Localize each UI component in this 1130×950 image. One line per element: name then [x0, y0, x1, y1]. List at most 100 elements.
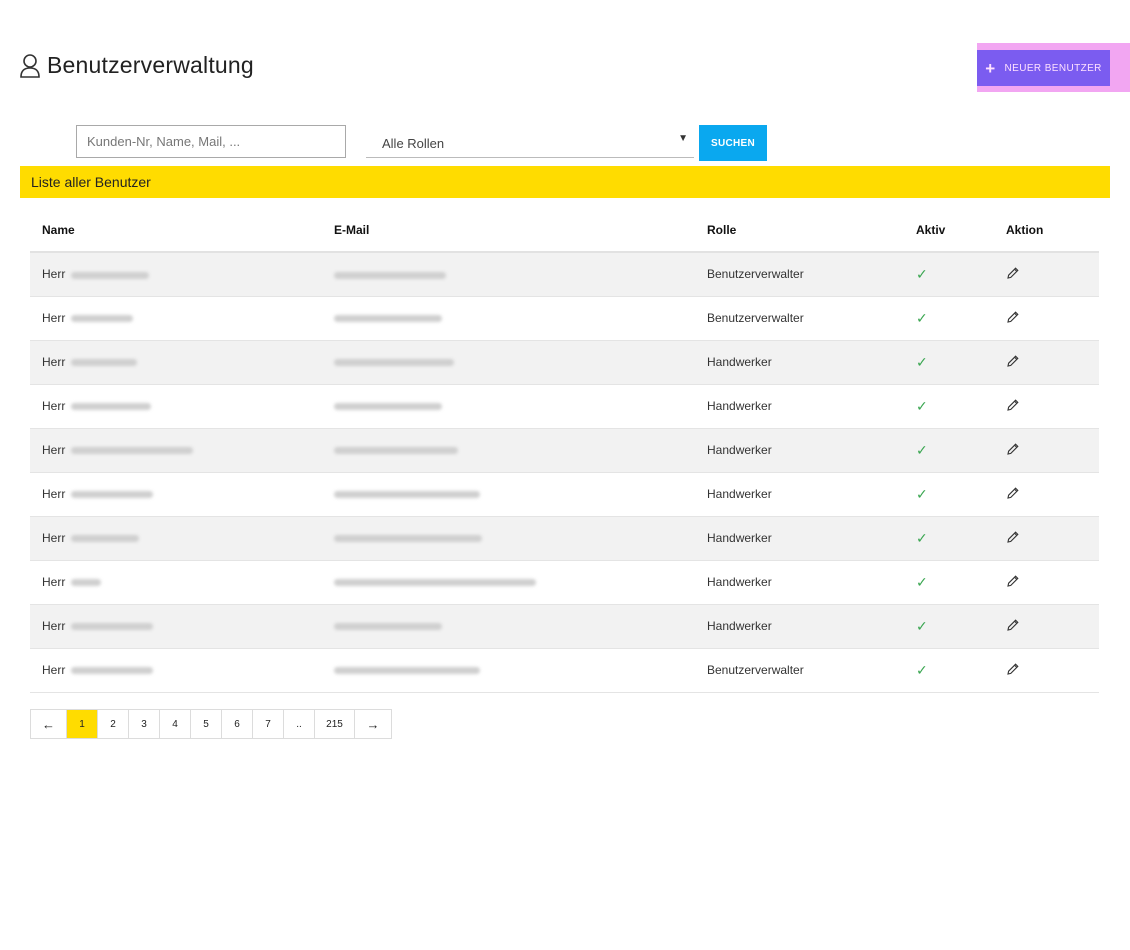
redacted-name [71, 271, 150, 279]
redacted-name [71, 491, 154, 499]
redacted-email [334, 403, 442, 411]
edit-pencil-icon[interactable] [1006, 310, 1020, 324]
column-header-active[interactable]: Aktiv [904, 208, 994, 253]
caret-down-icon: ▼ [678, 133, 688, 144]
pagination-page[interactable]: 215 [315, 710, 355, 738]
cell-name: Herr [30, 472, 322, 517]
cell-email [322, 472, 695, 517]
table-row[interactable]: Herr Handwerker ✓ [30, 472, 1099, 517]
cell-email [322, 296, 695, 341]
search-input[interactable] [76, 125, 346, 158]
table-row[interactable]: Herr Handwerker ✓ [30, 340, 1099, 385]
cell-action [994, 384, 1099, 429]
pagination-page[interactable]: 1 [67, 710, 98, 738]
cell-name: Herr [30, 516, 322, 561]
cell-role: Handwerker [695, 384, 904, 429]
edit-pencil-icon[interactable] [1006, 618, 1020, 632]
pagination-prev-arrow-icon[interactable]: ← [31, 710, 67, 738]
cell-active: ✓ [904, 648, 994, 693]
edit-pencil-icon[interactable] [1006, 662, 1020, 676]
pagination-page[interactable]: .. [284, 710, 315, 738]
edit-pencil-icon[interactable] [1006, 574, 1020, 588]
cell-name: Herr [30, 428, 322, 473]
cell-action [994, 560, 1099, 605]
redacted-email [334, 667, 480, 675]
column-header-email[interactable]: E-Mail [322, 208, 695, 253]
table-body: Herr Benutzerverwalter ✓ Herr Benutzerverwal… [30, 252, 1099, 693]
redacted-email [334, 271, 446, 279]
cell-active: ✓ [904, 472, 994, 517]
column-header-name[interactable]: Name [30, 208, 322, 253]
cell-email [322, 648, 695, 693]
edit-pencil-icon[interactable] [1006, 442, 1020, 456]
redacted-email [334, 491, 480, 499]
cell-active: ✓ [904, 560, 994, 605]
cell-role: Benutzerverwalter [695, 296, 904, 341]
check-icon: ✓ [916, 529, 928, 546]
cell-name: Herr [30, 252, 322, 297]
table-row[interactable]: Herr Handwerker ✓ [30, 516, 1099, 561]
pagination-page[interactable]: 7 [253, 710, 284, 738]
cell-active: ✓ [904, 252, 994, 297]
redacted-name [71, 403, 152, 411]
plus-icon: + [985, 58, 996, 78]
role-select[interactable]: Alle Rollen ▼ [366, 128, 694, 158]
cell-action [994, 296, 1099, 341]
redacted-email [334, 359, 454, 367]
redacted-name [71, 447, 194, 455]
new-user-button[interactable]: + NEUER BENUTZER [977, 50, 1110, 86]
redacted-name [71, 579, 102, 587]
cell-active: ✓ [904, 516, 994, 561]
cell-salutation: Herr [42, 399, 66, 413]
cell-email [322, 604, 695, 649]
search-button[interactable]: SUCHEN [699, 125, 767, 161]
table-row[interactable]: Herr Benutzerverwalter ✓ [30, 648, 1099, 693]
edit-pencil-icon[interactable] [1006, 354, 1020, 368]
cell-role: Handwerker [695, 428, 904, 473]
redacted-name [71, 623, 154, 631]
pagination-page[interactable]: 6 [222, 710, 253, 738]
edit-pencil-icon[interactable] [1006, 486, 1020, 500]
cell-role: Handwerker [695, 472, 904, 517]
pagination-page[interactable]: 2 [98, 710, 129, 738]
table-row[interactable]: Herr Benutzerverwalter ✓ [30, 296, 1099, 341]
cell-email [322, 428, 695, 473]
edit-pencil-icon[interactable] [1006, 398, 1020, 412]
table-row[interactable]: Herr Handwerker ✓ [30, 428, 1099, 473]
pagination-page[interactable]: 3 [129, 710, 160, 738]
pagination-page[interactable]: 4 [160, 710, 191, 738]
pagination: ← 1 2 3 4 5 6 7.. 215 → [30, 709, 392, 739]
cell-role: Handwerker [695, 340, 904, 385]
pagination-next-arrow-icon[interactable]: → [355, 710, 391, 738]
pagination-page[interactable]: 5 [191, 710, 222, 738]
check-icon: ✓ [916, 485, 928, 502]
table-row[interactable]: Herr Benutzerverwalter ✓ [30, 252, 1099, 297]
table-row[interactable]: Herr Handwerker ✓ [30, 560, 1099, 605]
cell-name: Herr [30, 340, 322, 385]
table-header-row: Name E-Mail Rolle Aktiv Aktion [30, 208, 1099, 253]
redacted-email [334, 535, 482, 543]
user-icon [19, 53, 41, 79]
cell-action [994, 648, 1099, 693]
redacted-email [334, 447, 458, 455]
cell-salutation: Herr [42, 487, 66, 501]
check-icon: ✓ [916, 309, 928, 326]
column-header-role[interactable]: Rolle [695, 208, 904, 253]
table-row[interactable]: Herr Handwerker ✓ [30, 384, 1099, 429]
redacted-email [334, 315, 442, 323]
table-row[interactable]: Herr Handwerker ✓ [30, 604, 1099, 649]
cell-action [994, 604, 1099, 649]
page-title: Benutzerverwaltung [19, 52, 254, 79]
check-icon: ✓ [916, 265, 928, 282]
edit-pencil-icon[interactable] [1006, 530, 1020, 544]
cell-role: Handwerker [695, 604, 904, 649]
cell-salutation: Herr [42, 619, 66, 633]
redacted-name [71, 315, 134, 323]
cell-name: Herr [30, 296, 322, 341]
check-icon: ✓ [916, 441, 928, 458]
cell-salutation: Herr [42, 267, 66, 282]
cell-role: Benutzerverwalter [695, 648, 904, 693]
edit-pencil-icon[interactable] [1006, 266, 1020, 280]
cell-role: Handwerker [695, 516, 904, 561]
cell-active: ✓ [904, 428, 994, 473]
